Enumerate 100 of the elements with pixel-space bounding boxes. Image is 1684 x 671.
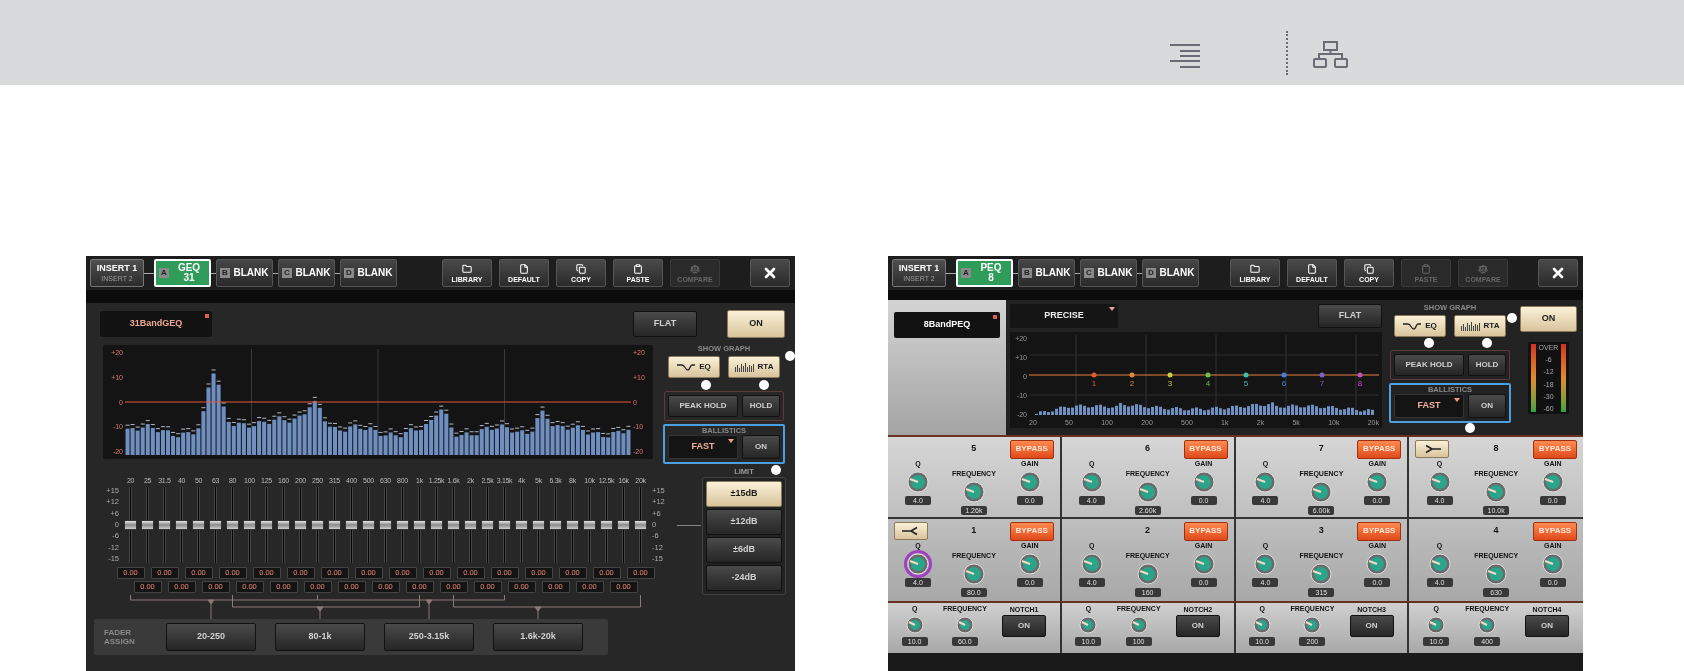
close-button[interactable] bbox=[1538, 259, 1578, 287]
limit-option[interactable]: -24dB bbox=[706, 565, 782, 591]
fader-thumb[interactable] bbox=[498, 520, 511, 530]
slot-tab[interactable]: B BLANK bbox=[216, 259, 273, 287]
fader-track[interactable] bbox=[377, 487, 394, 563]
filter-type-button[interactable] bbox=[1415, 440, 1450, 458]
fader-thumb[interactable] bbox=[515, 520, 528, 530]
fader-track[interactable] bbox=[190, 487, 207, 563]
fader-thumb[interactable] bbox=[617, 520, 630, 530]
notch-on-button[interactable]: ON bbox=[1175, 615, 1220, 637]
fader-thumb[interactable] bbox=[532, 520, 545, 530]
slot-tab[interactable]: A PEQ 8 bbox=[956, 259, 1013, 287]
preset-name-field[interactable]: 31BandGEQ bbox=[100, 311, 212, 337]
fader-track[interactable] bbox=[598, 487, 615, 563]
rta-graph-button[interactable]: RTA bbox=[728, 355, 780, 378]
hold-button[interactable]: HOLD bbox=[742, 394, 780, 417]
fader-track[interactable] bbox=[564, 487, 581, 563]
fader-track[interactable] bbox=[479, 487, 496, 563]
peak-hold-button[interactable]: PEAK HOLD bbox=[668, 394, 738, 417]
mode-dropdown[interactable]: FAST bbox=[1394, 393, 1464, 418]
limit-option[interactable]: ±12dB bbox=[706, 509, 782, 535]
fader-thumb[interactable] bbox=[362, 520, 375, 530]
slot-tab[interactable]: B BLANK bbox=[1018, 259, 1075, 287]
ballistics-on-button[interactable]: ON bbox=[1468, 393, 1506, 418]
hierarchy-icon[interactable] bbox=[1313, 41, 1349, 69]
flat-button[interactable]: FLAT bbox=[633, 311, 697, 337]
fader-thumb[interactable] bbox=[413, 520, 426, 530]
fader-track[interactable] bbox=[207, 487, 224, 563]
rta-graph-button[interactable]: RTA bbox=[1454, 314, 1506, 337]
fader-thumb[interactable] bbox=[447, 520, 460, 530]
fader-assign-button[interactable]: 20-250 bbox=[166, 623, 256, 651]
fader-track[interactable] bbox=[173, 487, 190, 563]
on-button[interactable]: ON bbox=[727, 310, 785, 338]
fader-track[interactable] bbox=[445, 487, 462, 563]
fader-track[interactable] bbox=[156, 487, 173, 563]
fader-thumb[interactable] bbox=[549, 520, 562, 530]
fader-track[interactable] bbox=[241, 487, 258, 563]
fader-track[interactable] bbox=[428, 487, 445, 563]
fader-track[interactable] bbox=[326, 487, 343, 563]
fader-thumb[interactable] bbox=[158, 520, 171, 530]
knob[interactable] bbox=[903, 550, 932, 578]
fader-track[interactable] bbox=[275, 487, 292, 563]
fader-thumb[interactable] bbox=[481, 520, 494, 530]
fader-track[interactable] bbox=[360, 487, 377, 563]
hold-button[interactable]: HOLD bbox=[1468, 353, 1506, 376]
fader-thumb[interactable] bbox=[294, 520, 307, 530]
notch-on-button[interactable]: ON bbox=[1525, 615, 1569, 637]
fader-thumb[interactable] bbox=[311, 520, 324, 530]
fader-thumb[interactable] bbox=[430, 520, 443, 530]
fader-thumb[interactable] bbox=[379, 520, 392, 530]
fader-track[interactable] bbox=[309, 487, 326, 563]
slot-tab[interactable]: A GEQ 31 bbox=[154, 259, 211, 287]
mode-dropdown[interactable]: PRECISE bbox=[1010, 304, 1118, 328]
mode-dropdown[interactable]: FAST bbox=[668, 434, 738, 459]
notch-on-button[interactable]: ON bbox=[1002, 615, 1047, 637]
eq-graph-button[interactable]: EQ bbox=[668, 355, 720, 378]
fader-assign-button[interactable]: 1.6k-20k bbox=[493, 623, 583, 651]
fader-thumb[interactable] bbox=[243, 520, 256, 530]
fader-thumb[interactable] bbox=[600, 520, 613, 530]
fader-thumb[interactable] bbox=[634, 520, 647, 530]
limit-option[interactable]: ±15dB bbox=[706, 481, 782, 507]
fader-thumb[interactable] bbox=[226, 520, 239, 530]
fader-thumb[interactable] bbox=[464, 520, 477, 530]
ballistics-on-button[interactable]: ON bbox=[742, 434, 780, 459]
fader-thumb[interactable] bbox=[345, 520, 358, 530]
filter-type-button[interactable] bbox=[894, 522, 928, 540]
fader-thumb[interactable] bbox=[209, 520, 222, 530]
fader-track[interactable] bbox=[292, 487, 309, 563]
close-button[interactable] bbox=[750, 259, 790, 287]
flat-button[interactable]: FLAT bbox=[1318, 304, 1382, 328]
fader-track[interactable] bbox=[581, 487, 598, 563]
fader-thumb[interactable] bbox=[175, 520, 188, 530]
align-right-icon[interactable] bbox=[1168, 43, 1200, 69]
fader-thumb[interactable] bbox=[396, 520, 409, 530]
fader-thumb[interactable] bbox=[566, 520, 579, 530]
fader-thumb[interactable] bbox=[192, 520, 205, 530]
fader-track[interactable] bbox=[530, 487, 547, 563]
fader-track[interactable] bbox=[343, 487, 360, 563]
fader-thumb[interactable] bbox=[141, 520, 154, 530]
fader-track[interactable] bbox=[547, 487, 564, 563]
fader-track[interactable] bbox=[496, 487, 513, 563]
slot-tab[interactable]: C BLANK bbox=[278, 259, 335, 287]
fader-thumb[interactable] bbox=[583, 520, 596, 530]
fader-thumb[interactable] bbox=[124, 520, 137, 530]
limit-option[interactable]: ±6dB bbox=[706, 537, 782, 563]
slot-tab[interactable]: D BLANK bbox=[1142, 259, 1199, 287]
notch-on-button[interactable]: ON bbox=[1349, 615, 1394, 637]
fader-track[interactable] bbox=[224, 487, 241, 563]
fader-assign-button[interactable]: 250-3.15k bbox=[384, 623, 474, 651]
fader-track[interactable] bbox=[394, 487, 411, 563]
fader-track[interactable] bbox=[139, 487, 156, 563]
fader-track[interactable] bbox=[632, 487, 649, 563]
fader-track[interactable] bbox=[615, 487, 632, 563]
fader-thumb[interactable] bbox=[277, 520, 290, 530]
eq-graph-button[interactable]: EQ bbox=[1394, 314, 1446, 337]
slot-tab[interactable]: D BLANK bbox=[340, 259, 397, 287]
fader-thumb[interactable] bbox=[260, 520, 273, 530]
fader-track[interactable] bbox=[411, 487, 428, 563]
fader-assign-button[interactable]: 80-1k bbox=[275, 623, 365, 651]
on-button[interactable]: ON bbox=[1520, 306, 1577, 332]
